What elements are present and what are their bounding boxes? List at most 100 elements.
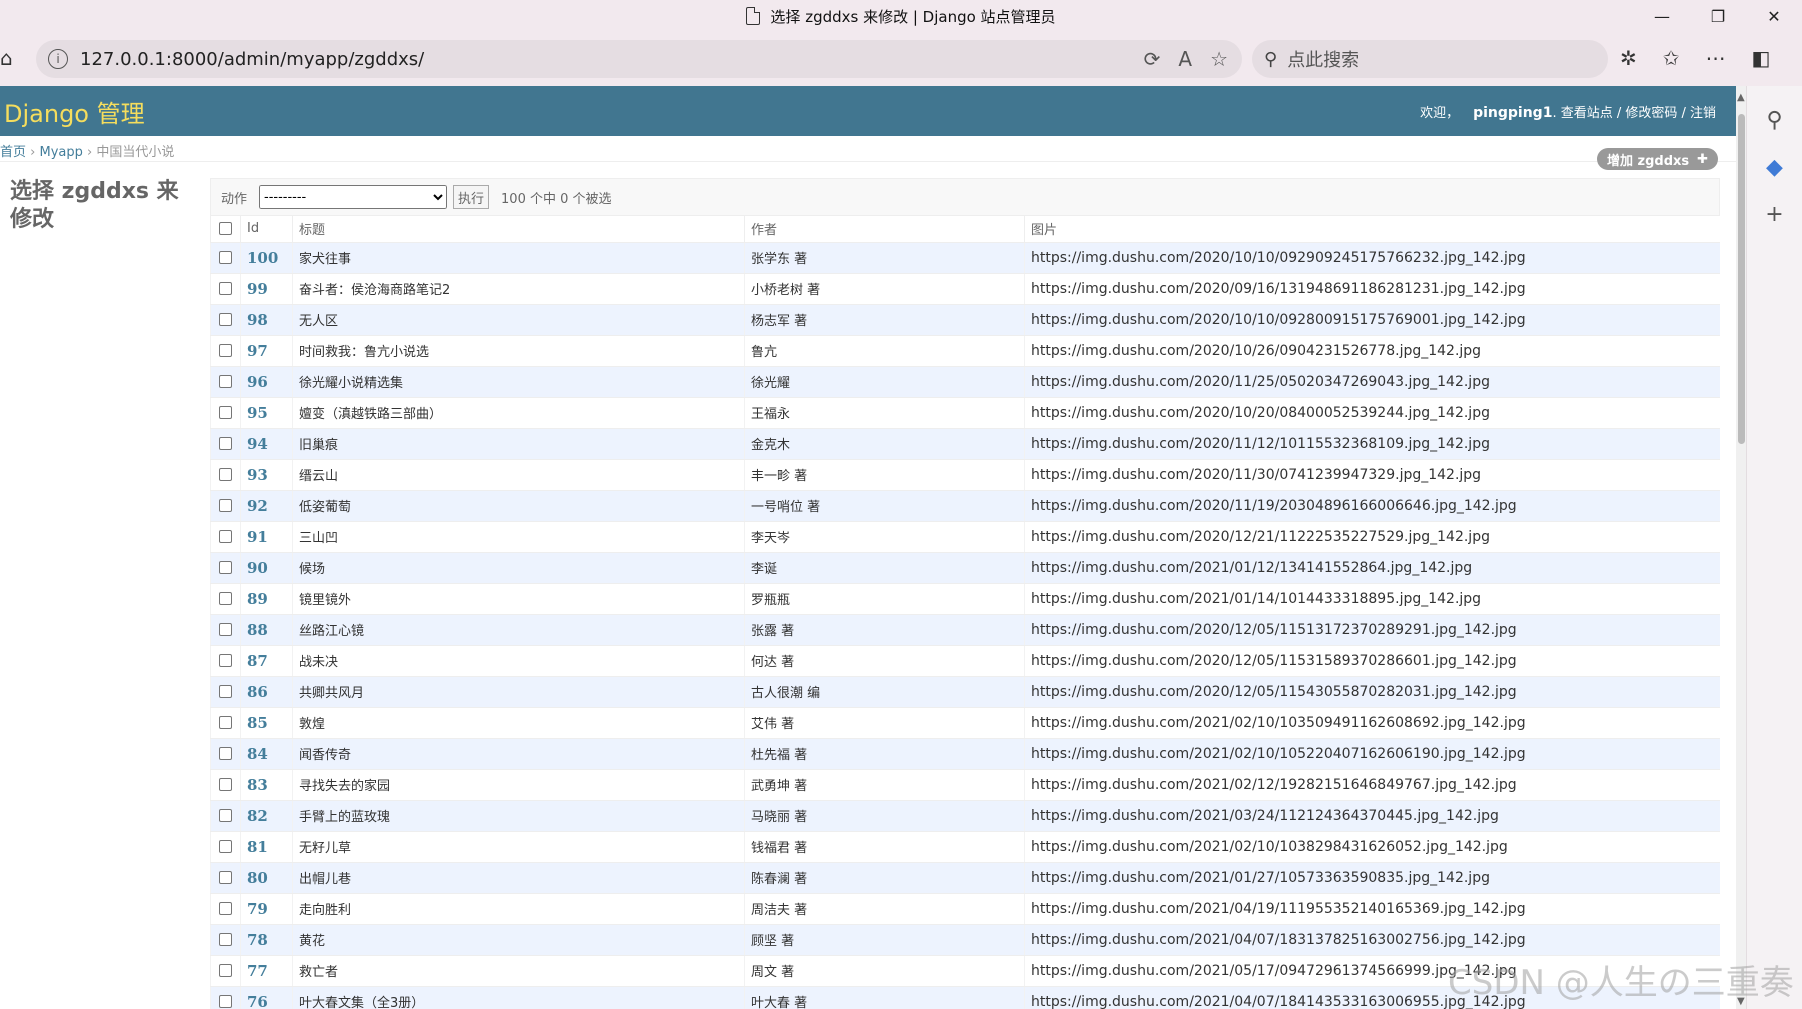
row-id-link[interactable]: 87 bbox=[247, 652, 268, 670]
row-checkbox-cell[interactable] bbox=[210, 800, 241, 832]
scrollbar-thumb[interactable] bbox=[1738, 114, 1745, 444]
search-box[interactable]: ⚲ 点此搜索 bbox=[1252, 40, 1608, 78]
row-checkbox-cell[interactable] bbox=[210, 955, 241, 987]
row-checkbox-cell[interactable] bbox=[210, 986, 241, 1009]
column-header-image[interactable]: 图片 bbox=[1024, 216, 1720, 243]
row-checkbox-cell[interactable] bbox=[210, 893, 241, 925]
minimize-icon[interactable]: — bbox=[1634, 0, 1690, 32]
breadcrumb-app[interactable]: Myapp bbox=[40, 145, 83, 160]
favorite-star-icon[interactable]: ☆ bbox=[1210, 47, 1228, 71]
row-checkbox-cell[interactable] bbox=[210, 924, 241, 956]
row-checkbox[interactable] bbox=[219, 468, 232, 481]
row-id-link[interactable]: 91 bbox=[247, 528, 268, 546]
site-info-icon[interactable]: i bbox=[48, 49, 68, 69]
row-checkbox[interactable] bbox=[219, 809, 232, 822]
row-id-link[interactable]: 99 bbox=[247, 280, 268, 298]
search-icon[interactable]: ⚲ bbox=[1747, 108, 1802, 133]
address-bar[interactable]: i 127.0.0.1:8000/admin/myapp/zgddxs/ ⟳ A… bbox=[36, 40, 1242, 78]
row-checkbox[interactable] bbox=[219, 871, 232, 884]
row-checkbox[interactable] bbox=[219, 592, 232, 605]
row-id-link[interactable]: 94 bbox=[247, 435, 268, 453]
row-checkbox-cell[interactable] bbox=[210, 831, 241, 863]
row-id-link[interactable]: 92 bbox=[247, 497, 268, 515]
row-checkbox[interactable] bbox=[219, 840, 232, 853]
url-text[interactable]: 127.0.0.1:8000/admin/myapp/zgddxs/ bbox=[80, 49, 424, 70]
page-scrollbar[interactable]: ▲ ▼ bbox=[1736, 86, 1746, 1009]
go-button[interactable]: 执行 bbox=[453, 185, 490, 209]
row-checkbox-cell[interactable] bbox=[210, 459, 241, 491]
column-header-id[interactable]: Id bbox=[240, 216, 293, 243]
row-id-link[interactable]: 83 bbox=[247, 776, 268, 794]
scroll-up-icon[interactable]: ▲ bbox=[1737, 92, 1745, 103]
row-checkbox-cell[interactable] bbox=[210, 335, 241, 367]
read-aloud-icon[interactable]: A bbox=[1178, 47, 1192, 71]
row-checkbox-cell[interactable] bbox=[210, 552, 241, 584]
site-brand[interactable]: Django 管理 bbox=[4, 94, 145, 129]
row-checkbox[interactable] bbox=[219, 313, 232, 326]
column-header-author[interactable]: 作者 bbox=[744, 216, 1025, 243]
add-zgddxs-button[interactable]: 增加 zgddxs ✚ bbox=[1597, 148, 1719, 170]
select-all-checkbox[interactable] bbox=[219, 222, 232, 236]
more-icon[interactable]: ⋯ bbox=[1706, 46, 1726, 70]
row-checkbox-cell[interactable] bbox=[210, 366, 241, 398]
home-icon[interactable]: ⌂ bbox=[0, 46, 22, 72]
restore-icon[interactable]: ❐ bbox=[1690, 0, 1746, 32]
row-checkbox[interactable] bbox=[219, 778, 232, 791]
row-checkbox-cell[interactable] bbox=[210, 273, 241, 305]
row-checkbox[interactable] bbox=[219, 561, 232, 574]
row-checkbox-cell[interactable] bbox=[210, 304, 241, 336]
row-id-link[interactable]: 90 bbox=[247, 559, 268, 577]
row-checkbox[interactable] bbox=[219, 251, 232, 264]
row-id-link[interactable]: 76 bbox=[247, 993, 268, 1009]
refresh-icon[interactable]: ⟳ bbox=[1144, 47, 1161, 71]
row-checkbox[interactable] bbox=[219, 933, 232, 946]
user-links[interactable]: . 查看站点 / 修改密码 / 注销 bbox=[1552, 106, 1716, 121]
row-id-link[interactable]: 78 bbox=[247, 931, 268, 949]
add-icon[interactable]: + bbox=[1747, 202, 1802, 227]
row-id-link[interactable]: 88 bbox=[247, 621, 268, 639]
row-id-link[interactable]: 77 bbox=[247, 962, 268, 980]
row-checkbox[interactable] bbox=[219, 344, 232, 357]
favorites-icon[interactable]: ✩ bbox=[1663, 46, 1680, 70]
row-checkbox[interactable] bbox=[219, 437, 232, 450]
extensions-icon[interactable]: ✲ bbox=[1620, 46, 1637, 70]
row-checkbox-cell[interactable] bbox=[210, 397, 241, 429]
row-checkbox-cell[interactable] bbox=[210, 707, 241, 739]
row-id-link[interactable]: 85 bbox=[247, 714, 268, 732]
row-id-link[interactable]: 100 bbox=[247, 249, 278, 267]
row-checkbox[interactable] bbox=[219, 902, 232, 915]
tag-icon[interactable]: ◆ bbox=[1747, 155, 1802, 180]
row-checkbox-cell[interactable] bbox=[210, 428, 241, 460]
row-id-link[interactable]: 98 bbox=[247, 311, 268, 329]
row-checkbox[interactable] bbox=[219, 282, 232, 295]
row-checkbox-cell[interactable] bbox=[210, 769, 241, 801]
row-id-link[interactable]: 96 bbox=[247, 373, 268, 391]
sidebar-toggle-icon[interactable]: ◧ bbox=[1752, 46, 1771, 70]
row-checkbox[interactable] bbox=[219, 716, 232, 729]
row-checkbox-cell[interactable] bbox=[210, 676, 241, 708]
row-checkbox-cell[interactable] bbox=[210, 738, 241, 770]
action-select[interactable]: --------- bbox=[259, 185, 448, 209]
column-header-title[interactable]: 标题 bbox=[292, 216, 745, 243]
row-checkbox[interactable] bbox=[219, 654, 232, 667]
row-checkbox-cell[interactable] bbox=[210, 521, 241, 553]
row-id-link[interactable]: 93 bbox=[247, 466, 268, 484]
row-id-link[interactable]: 84 bbox=[247, 745, 268, 763]
row-checkbox[interactable] bbox=[219, 685, 232, 698]
row-checkbox[interactable] bbox=[219, 499, 232, 512]
row-checkbox-cell[interactable] bbox=[210, 645, 241, 677]
breadcrumb-home[interactable]: 首页 bbox=[0, 145, 26, 160]
row-checkbox[interactable] bbox=[219, 530, 232, 543]
select-all-header[interactable] bbox=[210, 216, 241, 243]
row-checkbox[interactable] bbox=[219, 747, 232, 760]
row-id-link[interactable]: 95 bbox=[247, 404, 268, 422]
row-id-link[interactable]: 79 bbox=[247, 900, 268, 918]
row-checkbox[interactable] bbox=[219, 995, 232, 1008]
row-checkbox-cell[interactable] bbox=[210, 862, 241, 894]
row-checkbox[interactable] bbox=[219, 964, 232, 977]
row-checkbox-cell[interactable] bbox=[210, 490, 241, 522]
row-checkbox[interactable] bbox=[219, 623, 232, 636]
row-id-link[interactable]: 82 bbox=[247, 807, 268, 825]
row-id-link[interactable]: 81 bbox=[247, 838, 268, 856]
row-checkbox[interactable] bbox=[219, 406, 232, 419]
